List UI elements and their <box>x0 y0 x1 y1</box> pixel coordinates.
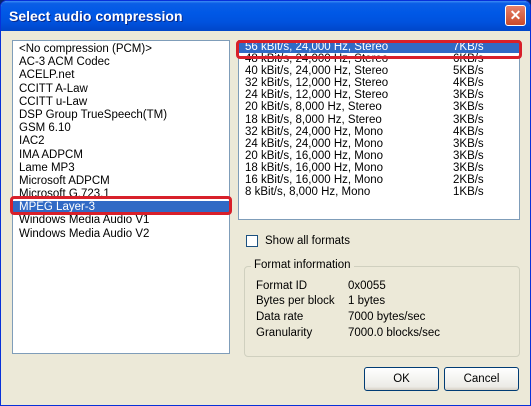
format-description: 18 kBit/s, 16,000 Hz, Mono <box>245 161 384 174</box>
format-description: 56 kBit/s, 24,000 Hz, Stereo <box>245 41 389 53</box>
format-rate: 4KB/s <box>453 125 484 138</box>
format-rate: 4KB/s <box>453 77 484 90</box>
format-rate: 3KB/s <box>453 161 484 174</box>
codec-list-item[interactable]: Windows Media Audio V2 <box>13 228 229 241</box>
codec-list-item[interactable]: Lame MP3 <box>13 162 229 175</box>
format-list-row[interactable]: 18 kBit/s, 8,000 Hz, Stereo 3KB/s <box>239 114 519 126</box>
format-rate: 5KB/s <box>453 65 484 78</box>
close-button[interactable]: ✕ <box>505 5 526 26</box>
codec-list-item[interactable]: ACELP.net <box>13 69 229 82</box>
format-description: 16 kBit/s, 16,000 Hz, Mono <box>245 174 384 187</box>
format-rate: 3KB/s <box>453 113 484 126</box>
format-list-row[interactable]: 20 kBit/s, 16,000 Hz, Mono 3KB/s <box>239 150 519 162</box>
format-information-title: Format information <box>251 259 354 271</box>
format-rate: 2KB/s <box>453 174 484 187</box>
codec-list-item[interactable]: Windows Media Audio V1 <box>13 214 229 227</box>
format-id-label: Format ID <box>256 280 308 292</box>
codec-list-item[interactable]: IMA ADPCM <box>13 149 229 162</box>
format-rate: 3KB/s <box>453 149 484 162</box>
format-list-row[interactable]: 32 kBit/s, 24,000 Hz, Mono 4KB/s <box>239 126 519 138</box>
codec-list-item[interactable]: AC-3 ACM Codec <box>13 56 229 69</box>
format-list-row[interactable]: 24 kBit/s, 24,000 Hz, Mono 3KB/s <box>239 138 519 150</box>
format-description: 20 kBit/s, 16,000 Hz, Mono <box>245 149 384 162</box>
codec-list-item[interactable]: Microsoft G.723.1 <box>13 188 229 201</box>
format-list-row[interactable]: 40 kBit/s, 24,000 Hz, Stereo 5KB/s <box>239 65 519 77</box>
format-list-row[interactable]: 32 kBit/s, 12,000 Hz, Stereo 4KB/s <box>239 77 519 89</box>
format-list-row[interactable]: 18 kBit/s, 16,000 Hz, Mono 3KB/s <box>239 162 519 174</box>
format-list-row[interactable]: 48 kBit/s, 24,000 Hz, Stereo 6KB/s <box>239 53 519 65</box>
codec-list[interactable]: <No compression (PCM)> AC-3 ACM Codec ACEL… <box>12 40 230 354</box>
granularity-label: Granularity <box>256 327 313 339</box>
format-description: 20 kBit/s, 8,000 Hz, Stereo <box>245 101 382 114</box>
format-description: 32 kBit/s, 24,000 Hz, Mono <box>245 125 384 138</box>
cancel-button[interactable]: Cancel <box>444 367 519 391</box>
format-description: 18 kBit/s, 8,000 Hz, Stereo <box>245 113 382 126</box>
format-list-row[interactable]: 20 kBit/s, 8,000 Hz, Stereo 3KB/s <box>239 101 519 113</box>
format-description: 32 kBit/s, 12,000 Hz, Stereo <box>245 77 389 90</box>
format-list-row[interactable]: 8 kBit/s, 8,000 Hz, Mono 1KB/s <box>239 186 519 198</box>
format-description: 24 kBit/s, 12,000 Hz, Stereo <box>245 89 389 102</box>
codec-list-item[interactable]: <No compression (PCM)> <box>13 43 229 56</box>
show-all-formats-checkbox[interactable] <box>246 235 258 247</box>
close-icon: ✕ <box>509 7 522 23</box>
title-bar[interactable]: Select audio compression ✕ <box>1 1 530 31</box>
window-title: Select audio compression <box>9 8 183 24</box>
bytes-per-block-label: Bytes per block <box>256 295 335 307</box>
codec-list-item[interactable]: GSM 6.10 <box>13 122 229 135</box>
codec-list-item[interactable]: MPEG Layer-3 <box>13 201 229 215</box>
format-description: 8 kBit/s, 8,000 Hz, Mono <box>245 186 371 199</box>
codec-list-item[interactable]: CCITT A-Law <box>13 83 229 96</box>
format-list[interactable]: 56 kBit/s, 24,000 Hz, Stereo 7KB/s 48 kBit… <box>238 40 520 220</box>
format-list-row[interactable]: 16 kBit/s, 16,000 Hz, Mono 2KB/s <box>239 174 519 186</box>
bytes-per-block-value: 1 bytes <box>348 295 386 307</box>
format-rate: 1KB/s <box>453 186 484 199</box>
format-rate: 3KB/s <box>453 101 484 114</box>
format-rate: 3KB/s <box>453 137 484 150</box>
format-list-row[interactable]: 24 kBit/s, 12,000 Hz, Stereo 3KB/s <box>239 89 519 101</box>
format-id-value: 0x0055 <box>348 280 386 292</box>
format-rate: 6KB/s <box>453 53 484 66</box>
format-description: 24 kBit/s, 24,000 Hz, Mono <box>245 137 384 150</box>
ok-button[interactable]: OK <box>364 367 439 391</box>
data-rate-value: 7000 bytes/sec <box>348 311 426 323</box>
codec-list-item[interactable]: CCITT u-Law <box>13 96 229 109</box>
format-rate: 3KB/s <box>453 89 484 102</box>
data-rate-label: Data rate <box>256 311 304 323</box>
dialog-window: Select audio compression ✕ <No compressi… <box>0 0 531 406</box>
codec-list-item[interactable]: Microsoft ADPCM <box>13 175 229 188</box>
codec-list-item[interactable]: IAC2 <box>13 135 229 148</box>
codec-list-item[interactable]: DSP Group TrueSpeech(TM) <box>13 109 229 122</box>
format-list-row[interactable]: 56 kBit/s, 24,000 Hz, Stereo 7KB/s <box>239 41 519 54</box>
granularity-value: 7000.0 blocks/sec <box>348 327 441 339</box>
format-description: 40 kBit/s, 24,000 Hz, Stereo <box>245 65 389 78</box>
show-all-formats-label[interactable]: Show all formats <box>265 235 350 247</box>
format-rate: 7KB/s <box>453 41 484 53</box>
format-description: 48 kBit/s, 24,000 Hz, Stereo <box>245 53 389 66</box>
